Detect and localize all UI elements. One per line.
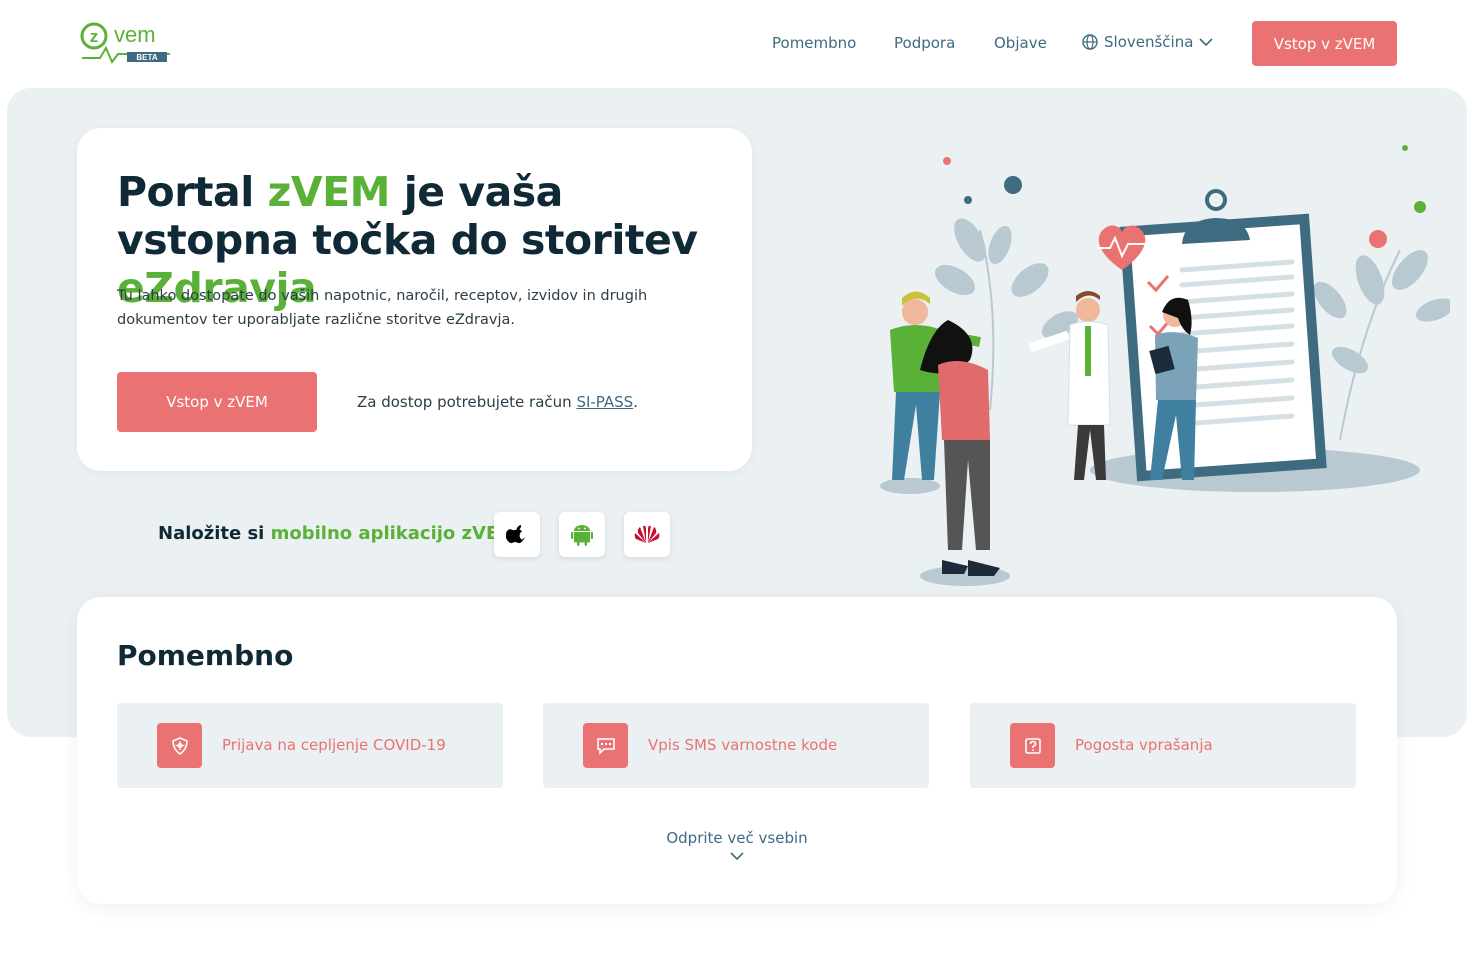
- huawei-appgallery-button[interactable]: [624, 512, 670, 557]
- language-label: Slovenščina: [1104, 33, 1194, 51]
- section-title: Pomembno: [117, 639, 294, 672]
- hero-illustration: [860, 130, 1455, 600]
- shield-virus-icon: [157, 723, 202, 768]
- google-play-button[interactable]: [559, 512, 605, 557]
- tile-label: Prijava na cepljenje COVID-19: [222, 736, 446, 754]
- sms-code-icon: [583, 723, 628, 768]
- hero-card: Portal zVEM je vaša vstopna točka do sto…: [77, 128, 752, 471]
- tile-label: Vpis SMS varnostne kode: [648, 736, 838, 754]
- logo-text: vem: [114, 22, 156, 47]
- globe-icon: [1082, 34, 1098, 50]
- nav-pomembno[interactable]: Pomembno: [772, 34, 856, 52]
- zvem-logo[interactable]: z vem BETA: [80, 18, 180, 66]
- language-selector[interactable]: Slovenščina: [1082, 33, 1213, 51]
- logo-badge: BETA: [136, 53, 157, 62]
- hero-description: Tu lahko dostopate do vaših napotnic, na…: [117, 288, 648, 328]
- apple-icon: [506, 524, 525, 543]
- question-icon: [1010, 723, 1055, 768]
- android-icon: [571, 524, 593, 546]
- tile-label: Pogosta vprašanja: [1075, 736, 1213, 754]
- header-login-button[interactable]: Vstop v zVEM: [1252, 21, 1397, 66]
- app-download-text: Naložite si mobilno aplikacijo zVEM: [158, 523, 517, 544]
- huawei-icon: [634, 525, 660, 543]
- logo-letter: z: [90, 27, 99, 46]
- sipass-note: Za dostop potrebujete račun SI-PASS.: [357, 393, 638, 411]
- tile-sms-code[interactable]: Vpis SMS varnostne kode: [543, 703, 929, 788]
- tile-covid-vaccination[interactable]: Prijava na cepljenje COVID-19: [117, 703, 503, 788]
- tile-faq[interactable]: Pogosta vprašanja: [970, 703, 1356, 788]
- site-header: z vem BETA Pomembno Podpora Objave Slove…: [0, 0, 1477, 88]
- show-more-link[interactable]: Odprite več vsebin: [77, 829, 1397, 847]
- important-section: Pomembno Prijava na cepljenje COVID-19 V…: [77, 597, 1397, 904]
- sipass-link[interactable]: SI-PASS: [576, 393, 633, 411]
- app-store-button[interactable]: [494, 512, 540, 557]
- hero-login-button[interactable]: Vstop v zVEM: [117, 372, 317, 432]
- nav-objave[interactable]: Objave: [994, 34, 1047, 52]
- chevron-down-icon[interactable]: [729, 851, 745, 861]
- nav-podpora[interactable]: Podpora: [894, 34, 955, 52]
- chevron-down-icon: [1199, 38, 1213, 47]
